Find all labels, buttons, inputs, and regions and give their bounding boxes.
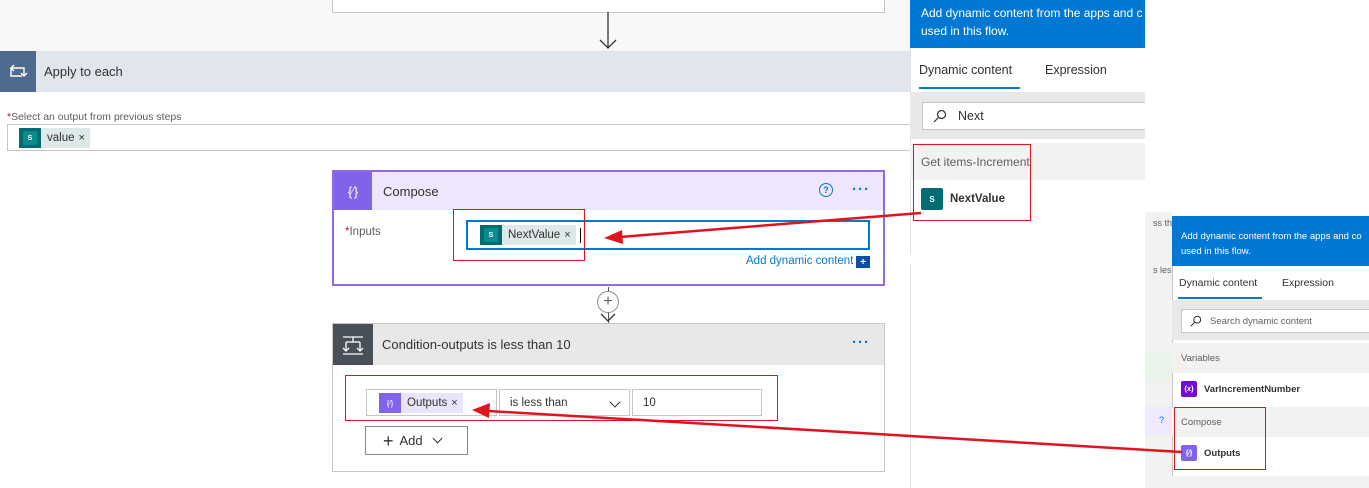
inputs-label: *Inputs xyxy=(345,226,381,238)
condition-title[interactable]: Condition-outputs is less than 10 xyxy=(382,337,571,352)
inputs-label-text: Inputs xyxy=(349,226,381,238)
search-placeholder: Search dynamic content xyxy=(1210,315,1312,327)
dynamic-content-banner: Add dynamic content from the apps and co… xyxy=(1172,216,1369,266)
select-output-label-text: Select an output from previous steps xyxy=(11,111,182,123)
apply-to-each-header[interactable] xyxy=(0,51,910,92)
help-icon: ? xyxy=(1159,415,1165,425)
loop-icon xyxy=(0,51,36,92)
dynamic-item-label: VarIncrementNumber xyxy=(1204,383,1301,395)
active-tab-indicator xyxy=(1178,297,1262,299)
add-button-label: Add xyxy=(399,433,423,448)
value-token-label: value xyxy=(47,132,75,144)
annotation-box-condition xyxy=(345,375,778,421)
annotation-box-outputs xyxy=(1174,407,1266,470)
add-condition-button[interactable]: + Add xyxy=(365,426,468,455)
select-output-label: *Select an output from previous steps xyxy=(7,111,182,123)
panel-footer-row xyxy=(1172,476,1369,488)
compose-more-menu[interactable]: ··· xyxy=(852,181,870,198)
active-tab-indicator xyxy=(919,87,1020,89)
partial-row xyxy=(1145,352,1172,382)
search-input[interactable]: Search dynamic content xyxy=(1181,309,1369,333)
tab-expression[interactable]: Expression xyxy=(1282,277,1334,289)
search-input-value: Next xyxy=(958,109,984,123)
partial-row: ? xyxy=(1145,407,1172,435)
partial-text: s les xyxy=(1153,265,1172,275)
partial-underlying-panel: ss th s les ? xyxy=(1145,212,1172,488)
remove-token-icon[interactable]: × xyxy=(79,132,90,144)
value-token[interactable]: S value × xyxy=(19,128,90,148)
dynamic-content-banner: Add dynamic content from the apps and c … xyxy=(910,0,1145,48)
search-input[interactable]: Next xyxy=(922,102,1145,130)
plus-icon: + xyxy=(383,430,394,451)
dynamic-item-varincrementnumber[interactable]: {x} VarIncrementNumber xyxy=(1181,381,1300,397)
select-output-field[interactable]: S value × xyxy=(7,124,912,151)
annotation-box-nextvalue xyxy=(913,144,1031,221)
chevron-down-icon xyxy=(432,433,443,444)
condition-more-menu[interactable]: ··· xyxy=(852,334,870,351)
flow-arrow-icon xyxy=(599,12,617,49)
group-header-variables[interactable]: Variables xyxy=(1172,343,1369,373)
add-dynamic-content-link[interactable]: Add dynamic content xyxy=(746,255,853,267)
condition-icon xyxy=(333,324,373,365)
tab-dynamic-content[interactable]: Dynamic content xyxy=(919,63,1012,77)
annotation-box-compose-token xyxy=(453,209,585,261)
apply-to-each-title[interactable]: Apply to each xyxy=(44,64,123,79)
tab-dynamic-content[interactable]: Dynamic content xyxy=(1179,277,1257,289)
flow-arrow-icon xyxy=(600,313,616,322)
sharepoint-icon: S xyxy=(19,128,41,148)
tab-expression[interactable]: Expression xyxy=(1045,63,1107,77)
banner-line-2: used in this flow. xyxy=(921,24,1010,38)
search-icon xyxy=(933,109,947,123)
banner-line-2: used in this flow. xyxy=(1181,246,1251,257)
help-icon[interactable]: ? xyxy=(819,183,833,197)
partial-text: ss th xyxy=(1153,218,1173,228)
banner-line-1: Add dynamic content from the apps and c xyxy=(921,6,1143,20)
add-dynamic-content-icon[interactable]: + xyxy=(856,256,870,268)
compose-icon: {⁄} xyxy=(334,172,372,210)
compose-title[interactable]: Compose xyxy=(383,184,439,199)
variable-icon: {x} xyxy=(1181,381,1197,397)
search-icon xyxy=(1190,315,1202,327)
banner-line-1: Add dynamic content from the apps and co xyxy=(1181,231,1362,242)
